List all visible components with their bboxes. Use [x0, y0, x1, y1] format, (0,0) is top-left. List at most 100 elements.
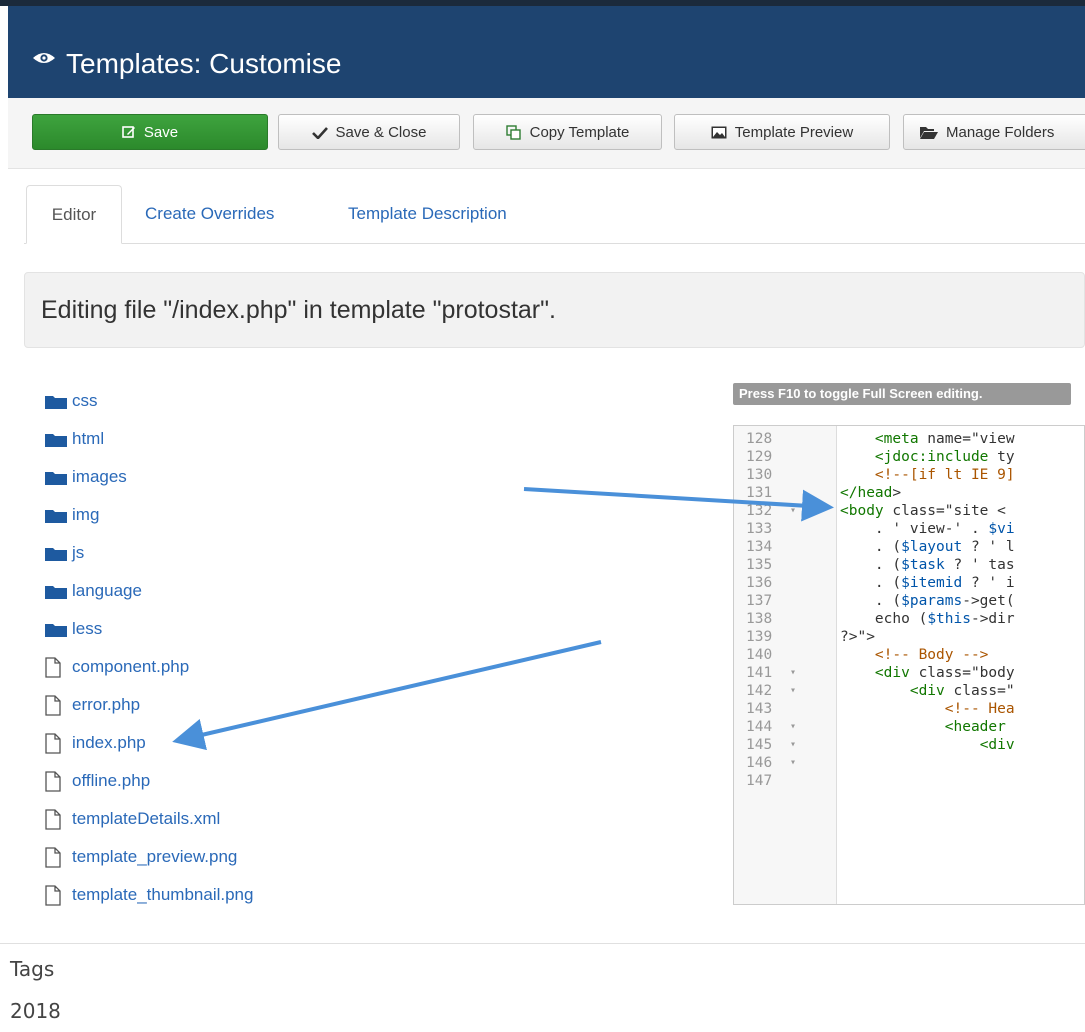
tab-template-description[interactable]: Template Description: [348, 185, 507, 243]
save-close-label: Save & Close: [335, 123, 427, 141]
file-icon: [44, 808, 68, 830]
fold-marker-icon[interactable]: ▾: [790, 754, 796, 772]
footer-divider: [0, 943, 1085, 944]
line-number: 138: [746, 611, 773, 627]
editing-notice-text: Editing file "/index.php" in template "p…: [41, 296, 556, 324]
copy-template-button[interactable]: Copy Template: [473, 114, 662, 150]
code-line: <!-- Hea: [944, 701, 1015, 717]
code-line: <header: [944, 719, 1006, 735]
file-tree-item[interactable]: component.php: [44, 648, 374, 686]
code-line: echo ($this->dir: [840, 611, 1015, 627]
file-tree-item[interactable]: index.php: [44, 724, 374, 762]
folder-icon: [44, 504, 68, 526]
tab-editor[interactable]: Editor: [26, 185, 122, 244]
file-tree-label: component.php: [72, 657, 190, 676]
folder-icon: [44, 466, 68, 488]
file-tree-label: offline.php: [72, 771, 151, 790]
file-tree-item[interactable]: offline.php: [44, 762, 374, 800]
file-tree-label: images: [72, 467, 127, 486]
copy-template-label: Copy Template: [529, 123, 630, 141]
template-preview-button[interactable]: Template Preview: [674, 114, 890, 150]
edit-icon: [122, 126, 135, 138]
code-line: </head>: [840, 485, 902, 501]
fold-marker-icon[interactable]: ▾: [790, 682, 796, 700]
file-tree-item[interactable]: language: [44, 572, 374, 610]
folder-icon: [44, 618, 68, 640]
manage-folders-button[interactable]: Manage Folders: [903, 114, 1085, 150]
check-icon: [311, 126, 328, 139]
file-tree-item[interactable]: template_thumbnail.png: [44, 876, 374, 914]
folder-icon: [44, 428, 68, 450]
image-icon: [711, 126, 727, 138]
line-number: 129: [746, 449, 773, 465]
code-line: . ' view-' . $vi: [840, 521, 1015, 537]
file-tree-label: img: [72, 505, 100, 524]
save-close-button[interactable]: Save & Close: [278, 114, 460, 150]
line-number: 144: [746, 719, 773, 735]
file-tree-label: css: [72, 391, 98, 410]
code-line: ?>">: [840, 629, 875, 645]
line-number: 137: [746, 593, 773, 609]
file-icon: [44, 846, 68, 868]
code-line: <!--[if lt IE 9]: [874, 467, 1015, 483]
line-number: 147: [746, 773, 773, 789]
copy-icon: [505, 124, 521, 140]
fullscreen-hint: Press F10 to toggle Full Screen editing.: [733, 383, 1071, 405]
file-tree-item[interactable]: css: [44, 382, 374, 420]
file-tree-item[interactable]: img: [44, 496, 374, 534]
line-number: 141: [746, 665, 773, 681]
code-line: <div: [979, 737, 1015, 753]
file-icon: [44, 732, 68, 754]
fold-marker-icon[interactable]: ▾: [790, 718, 796, 736]
file-icon: [44, 656, 68, 678]
file-tree-label: index.php: [72, 733, 146, 752]
save-button[interactable]: Save: [32, 114, 268, 150]
file-icon: [44, 694, 68, 716]
folder-icon: [44, 390, 68, 412]
line-number: 134: [746, 539, 773, 555]
file-tree-label: error.php: [72, 695, 141, 714]
file-tree-item[interactable]: images: [44, 458, 374, 496]
line-number: 128: [746, 431, 773, 447]
manage-folders-label: Manage Folders: [946, 123, 1055, 141]
page-header: Templates: Customise: [8, 6, 1085, 98]
line-number: 146: [746, 755, 773, 771]
file-tree-label: html: [72, 429, 105, 448]
file-tree-label: less: [72, 619, 103, 638]
code-editor[interactable]: 128 <meta name="view 129 <jdoc:include ty…: [733, 425, 1085, 905]
file-tree-label: js: [72, 543, 85, 562]
file-tree-label: templateDetails.xml: [72, 809, 221, 828]
code-line: <!-- Body -->: [874, 647, 989, 663]
file-tree-label: template_thumbnail.png: [72, 885, 254, 904]
file-tree-item[interactable]: error.php: [44, 686, 374, 724]
file-tree-item[interactable]: template_preview.png: [44, 838, 374, 876]
tags-label: Tags: [10, 957, 55, 981]
line-number: 130: [746, 467, 773, 483]
code-line: . ($params->get(: [840, 593, 1015, 609]
line-number: 142: [746, 683, 773, 699]
file-tree-item[interactable]: templateDetails.xml: [44, 800, 374, 838]
template-preview-label: Template Preview: [734, 123, 854, 141]
folder-icon: [44, 542, 68, 564]
line-number: 136: [746, 575, 773, 591]
code-line: <jdoc:include ty: [874, 449, 1015, 465]
line-number: 133: [746, 521, 773, 537]
file-tree-item[interactable]: less: [44, 610, 374, 648]
tag-link[interactable]: 2018: [10, 999, 61, 1023]
save-label: Save: [143, 123, 179, 141]
tab-create-overrides[interactable]: Create Overrides: [145, 185, 274, 243]
file-tree-item[interactable]: html: [44, 420, 374, 458]
fold-marker-icon[interactable]: ▾: [790, 502, 796, 520]
file-icon: [44, 770, 68, 792]
file-tree-label: template_preview.png: [72, 847, 238, 866]
folder-icon: [44, 580, 68, 602]
fold-marker-icon[interactable]: ▾: [790, 664, 796, 682]
editing-notice: Editing file "/index.php" in template "p…: [24, 272, 1085, 348]
line-number: 145: [746, 737, 773, 753]
file-tree-item[interactable]: js: [44, 534, 374, 572]
file-tree-label: language: [72, 581, 142, 600]
code-line: <div class=": [909, 683, 1015, 699]
code-line: <body class="site <: [840, 503, 1006, 519]
page-title: Templates: Customise: [66, 48, 342, 79]
fold-marker-icon[interactable]: ▾: [790, 736, 796, 754]
